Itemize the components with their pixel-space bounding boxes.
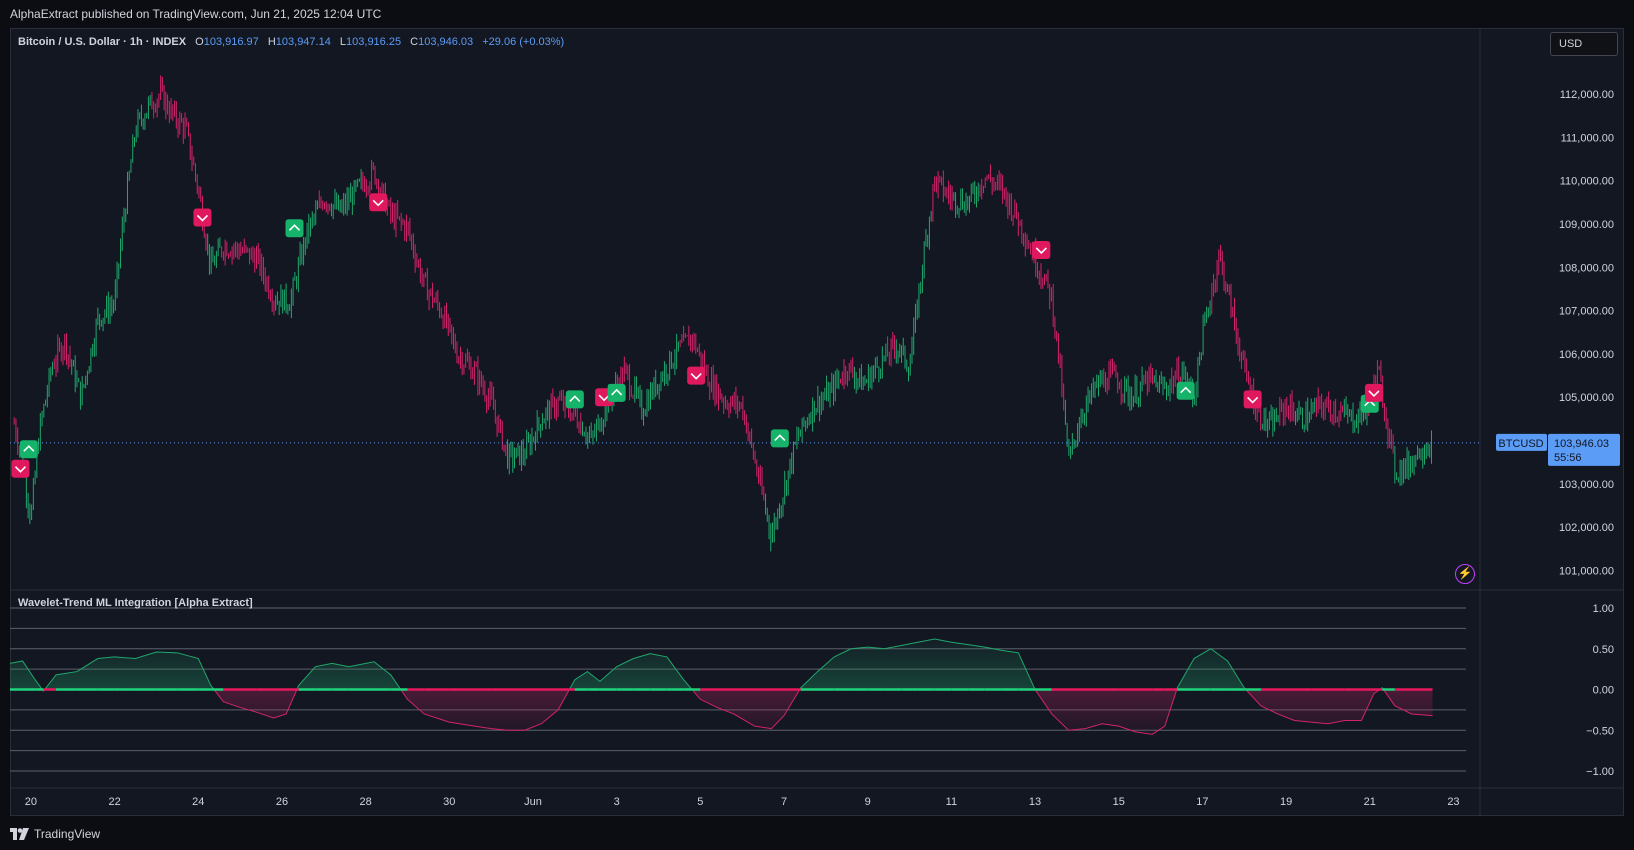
indicator-title: Wavelet-Trend ML Integration [Alpha Extr… <box>18 597 253 609</box>
price-tick-label: 105,000.00 <box>1559 392 1614 404</box>
open-label: O <box>195 36 204 48</box>
chart-canvas[interactable]: 112,000.00 111,000.00 110,000.00 109,000.00… <box>0 0 1634 850</box>
time-tick-label: 5 <box>697 796 703 808</box>
sell-signal-icon <box>1364 383 1383 402</box>
buy-signal-icon <box>1176 381 1195 400</box>
buy-signal-icon <box>607 383 626 402</box>
signal-box <box>565 390 584 409</box>
footer: TradingView <box>10 825 100 843</box>
price-tick-label: 108,000.00 <box>1559 262 1614 274</box>
buy-signal-icon <box>770 429 789 448</box>
low-value: 103,916.25 <box>346 36 402 48</box>
time-tick-label: 9 <box>865 796 871 808</box>
time-tick-label: 28 <box>360 796 372 808</box>
price-candles <box>13 75 1432 552</box>
signal-box <box>1243 390 1262 409</box>
time-tick-label: 13 <box>1029 796 1041 808</box>
buy-signal-icon <box>565 390 584 409</box>
time-tick-label: 17 <box>1196 796 1208 808</box>
price-tick-label: 112,000.00 <box>1560 89 1614 101</box>
price-tick-label: 102,000.00 <box>1559 522 1614 534</box>
signal-box <box>607 383 626 402</box>
signal-box <box>285 219 304 238</box>
open-value: 103,916.97 <box>203 36 259 48</box>
signal-box <box>193 208 212 227</box>
price-tick-label: 109,000.00 <box>1559 219 1614 231</box>
buy-signal-icon <box>285 219 304 238</box>
price-badge-countdown: 55:56 <box>1554 452 1582 464</box>
sell-signal-icon <box>1032 240 1051 259</box>
high-label: H <box>267 36 276 48</box>
close-value: 103,946.03 <box>418 36 474 48</box>
signal-box <box>11 459 30 478</box>
tradingview-logo-icon <box>10 828 29 840</box>
time-tick-label: 24 <box>192 796 204 808</box>
signal-box <box>770 429 789 448</box>
oscillator-tick-label: 1.00 <box>1593 603 1614 615</box>
signal-box <box>1176 381 1195 400</box>
time-tick-label: 23 <box>1447 796 1459 808</box>
time-tick-label: 15 <box>1113 796 1125 808</box>
price-tick-label: 101,000.00 <box>1559 566 1614 578</box>
time-tick-label: 30 <box>443 796 455 808</box>
oscillator-tick-label: 0.00 <box>1593 685 1614 697</box>
price-tick-label: 111,000.00 <box>1561 132 1614 144</box>
oscillator-area-up <box>10 638 1433 690</box>
signal-box <box>687 366 706 385</box>
signal-box <box>19 440 38 459</box>
oscillator-tick-label: −1.00 <box>1586 766 1614 778</box>
price-tick-label: 107,000.00 <box>1559 306 1614 318</box>
sell-signal-icon <box>1243 390 1262 409</box>
signal-box <box>1364 383 1383 402</box>
price-tick-label: 110,000.00 <box>1560 176 1614 188</box>
ticker-badge-label: BTCUSD <box>1498 438 1543 450</box>
lightning-icon[interactable]: ⚡ <box>1455 564 1475 584</box>
change-value: +29.06 (+0.03%) <box>482 36 565 48</box>
buy-signal-icon <box>19 440 38 459</box>
time-tick-label: 26 <box>276 796 288 808</box>
sell-signal-icon <box>687 366 706 385</box>
sell-signal-icon <box>11 459 30 478</box>
oscillator-tick-label: 0.50 <box>1593 644 1614 656</box>
time-tick-label: 3 <box>614 796 620 808</box>
time-tick-label: 20 <box>25 796 37 808</box>
time-tick-label: 21 <box>1364 796 1376 808</box>
time-tick-label: 22 <box>108 796 120 808</box>
sell-signal-icon <box>193 208 212 227</box>
time-tick-label: 7 <box>781 796 787 808</box>
currency-button[interactable]: USD <box>1550 32 1618 56</box>
time-tick-label: 11 <box>946 796 957 808</box>
price-tick-label: 103,000.00 <box>1559 479 1614 491</box>
symbol-name: Bitcoin / U.S. Dollar · 1h · INDEX <box>18 36 187 48</box>
time-tick-label: 19 <box>1280 796 1292 808</box>
signal-box <box>369 193 388 212</box>
sell-signal-icon <box>369 193 388 212</box>
symbol-info: Bitcoin / U.S. Dollar · 1h · INDEX O103,… <box>18 36 564 48</box>
price-tick-label: 106,000.00 <box>1559 349 1614 361</box>
footer-brand: TradingView <box>34 827 101 841</box>
close-label: C <box>410 36 419 48</box>
high-value: 103,947.14 <box>275 36 331 48</box>
price-badge-value: 103,946.03 <box>1554 438 1609 450</box>
signal-box <box>1032 240 1051 259</box>
time-tick-label: Jun <box>524 796 542 808</box>
oscillator-tick-label: −0.50 <box>1586 725 1614 737</box>
